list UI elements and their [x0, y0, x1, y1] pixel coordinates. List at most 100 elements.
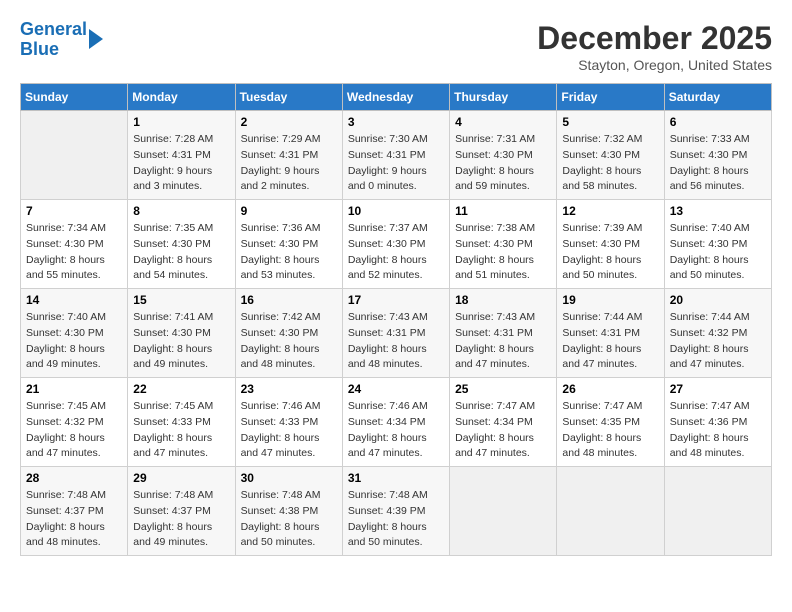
- day-number: 21: [26, 382, 122, 396]
- day-number: 11: [455, 204, 551, 218]
- logo: GeneralBlue: [20, 20, 103, 60]
- day-info: Sunrise: 7:37 AM Sunset: 4:30 PM Dayligh…: [348, 221, 444, 284]
- day-number: 3: [348, 115, 444, 129]
- calendar-cell: 18 Sunrise: 7:43 AM Sunset: 4:31 PM Dayl…: [450, 289, 557, 378]
- calendar-cell: 16 Sunrise: 7:42 AM Sunset: 4:30 PM Dayl…: [235, 289, 342, 378]
- calendar-cell: 24 Sunrise: 7:46 AM Sunset: 4:34 PM Dayl…: [342, 378, 449, 467]
- day-number: 7: [26, 204, 122, 218]
- calendar-cell: 1 Sunrise: 7:28 AM Sunset: 4:31 PM Dayli…: [128, 111, 235, 200]
- day-info: Sunrise: 7:48 AM Sunset: 4:37 PM Dayligh…: [26, 488, 122, 551]
- day-number: 13: [670, 204, 766, 218]
- day-info: Sunrise: 7:32 AM Sunset: 4:30 PM Dayligh…: [562, 132, 658, 195]
- day-info: Sunrise: 7:39 AM Sunset: 4:30 PM Dayligh…: [562, 221, 658, 284]
- day-info: Sunrise: 7:35 AM Sunset: 4:30 PM Dayligh…: [133, 221, 229, 284]
- logo-arrow-icon: [89, 29, 103, 49]
- weekday-header: Sunday: [21, 84, 128, 111]
- day-info: Sunrise: 7:40 AM Sunset: 4:30 PM Dayligh…: [26, 310, 122, 373]
- day-number: 22: [133, 382, 229, 396]
- day-number: 28: [26, 471, 122, 485]
- day-number: 12: [562, 204, 658, 218]
- calendar-cell: 12 Sunrise: 7:39 AM Sunset: 4:30 PM Dayl…: [557, 200, 664, 289]
- day-info: Sunrise: 7:34 AM Sunset: 4:30 PM Dayligh…: [26, 221, 122, 284]
- calendar-cell: [664, 467, 771, 556]
- day-number: 6: [670, 115, 766, 129]
- day-info: Sunrise: 7:36 AM Sunset: 4:30 PM Dayligh…: [241, 221, 337, 284]
- day-number: 4: [455, 115, 551, 129]
- day-info: Sunrise: 7:43 AM Sunset: 4:31 PM Dayligh…: [455, 310, 551, 373]
- weekday-header: Monday: [128, 84, 235, 111]
- day-number: 14: [26, 293, 122, 307]
- weekday-header-row: SundayMondayTuesdayWednesdayThursdayFrid…: [21, 84, 772, 111]
- day-info: Sunrise: 7:46 AM Sunset: 4:33 PM Dayligh…: [241, 399, 337, 462]
- calendar-cell: 10 Sunrise: 7:37 AM Sunset: 4:30 PM Dayl…: [342, 200, 449, 289]
- calendar-cell: 19 Sunrise: 7:44 AM Sunset: 4:31 PM Dayl…: [557, 289, 664, 378]
- day-number: 31: [348, 471, 444, 485]
- day-info: Sunrise: 7:44 AM Sunset: 4:32 PM Dayligh…: [670, 310, 766, 373]
- calendar-week-row: 14 Sunrise: 7:40 AM Sunset: 4:30 PM Dayl…: [21, 289, 772, 378]
- calendar-cell: 6 Sunrise: 7:33 AM Sunset: 4:30 PM Dayli…: [664, 111, 771, 200]
- day-number: 29: [133, 471, 229, 485]
- weekday-header: Saturday: [664, 84, 771, 111]
- day-number: 16: [241, 293, 337, 307]
- day-number: 9: [241, 204, 337, 218]
- day-number: 30: [241, 471, 337, 485]
- calendar-cell: 3 Sunrise: 7:30 AM Sunset: 4:31 PM Dayli…: [342, 111, 449, 200]
- calendar-week-row: 1 Sunrise: 7:28 AM Sunset: 4:31 PM Dayli…: [21, 111, 772, 200]
- calendar-week-row: 21 Sunrise: 7:45 AM Sunset: 4:32 PM Dayl…: [21, 378, 772, 467]
- day-number: 20: [670, 293, 766, 307]
- day-number: 8: [133, 204, 229, 218]
- calendar-cell: 5 Sunrise: 7:32 AM Sunset: 4:30 PM Dayli…: [557, 111, 664, 200]
- day-number: 26: [562, 382, 658, 396]
- calendar-cell: 8 Sunrise: 7:35 AM Sunset: 4:30 PM Dayli…: [128, 200, 235, 289]
- day-info: Sunrise: 7:48 AM Sunset: 4:37 PM Dayligh…: [133, 488, 229, 551]
- day-info: Sunrise: 7:38 AM Sunset: 4:30 PM Dayligh…: [455, 221, 551, 284]
- day-number: 19: [562, 293, 658, 307]
- day-number: 27: [670, 382, 766, 396]
- weekday-header: Friday: [557, 84, 664, 111]
- calendar-cell: [450, 467, 557, 556]
- weekday-header: Thursday: [450, 84, 557, 111]
- day-info: Sunrise: 7:45 AM Sunset: 4:32 PM Dayligh…: [26, 399, 122, 462]
- calendar-cell: 14 Sunrise: 7:40 AM Sunset: 4:30 PM Dayl…: [21, 289, 128, 378]
- calendar-cell: [557, 467, 664, 556]
- day-info: Sunrise: 7:28 AM Sunset: 4:31 PM Dayligh…: [133, 132, 229, 195]
- calendar-cell: [21, 111, 128, 200]
- page-header: GeneralBlue December 2025 Stayton, Orego…: [20, 20, 772, 73]
- day-number: 18: [455, 293, 551, 307]
- day-number: 17: [348, 293, 444, 307]
- day-info: Sunrise: 7:31 AM Sunset: 4:30 PM Dayligh…: [455, 132, 551, 195]
- calendar-cell: 15 Sunrise: 7:41 AM Sunset: 4:30 PM Dayl…: [128, 289, 235, 378]
- calendar-cell: 30 Sunrise: 7:48 AM Sunset: 4:38 PM Dayl…: [235, 467, 342, 556]
- day-info: Sunrise: 7:43 AM Sunset: 4:31 PM Dayligh…: [348, 310, 444, 373]
- calendar-cell: 29 Sunrise: 7:48 AM Sunset: 4:37 PM Dayl…: [128, 467, 235, 556]
- calendar-cell: 25 Sunrise: 7:47 AM Sunset: 4:34 PM Dayl…: [450, 378, 557, 467]
- weekday-header: Tuesday: [235, 84, 342, 111]
- calendar-cell: 22 Sunrise: 7:45 AM Sunset: 4:33 PM Dayl…: [128, 378, 235, 467]
- calendar-cell: 26 Sunrise: 7:47 AM Sunset: 4:35 PM Dayl…: [557, 378, 664, 467]
- day-number: 5: [562, 115, 658, 129]
- calendar-cell: 28 Sunrise: 7:48 AM Sunset: 4:37 PM Dayl…: [21, 467, 128, 556]
- logo-text: GeneralBlue: [20, 20, 87, 60]
- day-info: Sunrise: 7:47 AM Sunset: 4:36 PM Dayligh…: [670, 399, 766, 462]
- day-info: Sunrise: 7:44 AM Sunset: 4:31 PM Dayligh…: [562, 310, 658, 373]
- calendar-week-row: 7 Sunrise: 7:34 AM Sunset: 4:30 PM Dayli…: [21, 200, 772, 289]
- day-info: Sunrise: 7:47 AM Sunset: 4:35 PM Dayligh…: [562, 399, 658, 462]
- calendar-cell: 13 Sunrise: 7:40 AM Sunset: 4:30 PM Dayl…: [664, 200, 771, 289]
- calendar-week-row: 28 Sunrise: 7:48 AM Sunset: 4:37 PM Dayl…: [21, 467, 772, 556]
- calendar-cell: 11 Sunrise: 7:38 AM Sunset: 4:30 PM Dayl…: [450, 200, 557, 289]
- day-info: Sunrise: 7:33 AM Sunset: 4:30 PM Dayligh…: [670, 132, 766, 195]
- day-info: Sunrise: 7:48 AM Sunset: 4:39 PM Dayligh…: [348, 488, 444, 551]
- day-number: 23: [241, 382, 337, 396]
- day-info: Sunrise: 7:45 AM Sunset: 4:33 PM Dayligh…: [133, 399, 229, 462]
- day-info: Sunrise: 7:48 AM Sunset: 4:38 PM Dayligh…: [241, 488, 337, 551]
- calendar-cell: 20 Sunrise: 7:44 AM Sunset: 4:32 PM Dayl…: [664, 289, 771, 378]
- calendar-cell: 17 Sunrise: 7:43 AM Sunset: 4:31 PM Dayl…: [342, 289, 449, 378]
- calendar-cell: 21 Sunrise: 7:45 AM Sunset: 4:32 PM Dayl…: [21, 378, 128, 467]
- weekday-header: Wednesday: [342, 84, 449, 111]
- day-number: 2: [241, 115, 337, 129]
- calendar-cell: 31 Sunrise: 7:48 AM Sunset: 4:39 PM Dayl…: [342, 467, 449, 556]
- calendar-cell: 27 Sunrise: 7:47 AM Sunset: 4:36 PM Dayl…: [664, 378, 771, 467]
- day-info: Sunrise: 7:40 AM Sunset: 4:30 PM Dayligh…: [670, 221, 766, 284]
- day-info: Sunrise: 7:30 AM Sunset: 4:31 PM Dayligh…: [348, 132, 444, 195]
- calendar-cell: 7 Sunrise: 7:34 AM Sunset: 4:30 PM Dayli…: [21, 200, 128, 289]
